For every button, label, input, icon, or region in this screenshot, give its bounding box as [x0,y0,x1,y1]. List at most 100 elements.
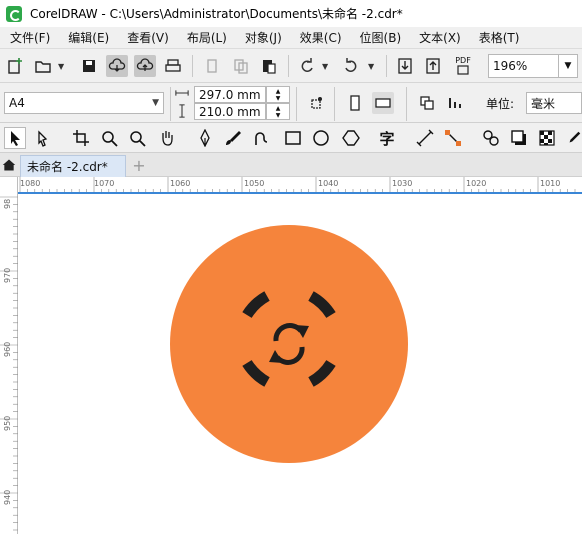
page-width-icon [174,85,190,101]
pdf-label: PDF [455,56,471,65]
all-pages-icon[interactable] [416,92,438,114]
toolbar-separator [296,87,297,121]
redo-icon[interactable] [340,55,362,77]
undo-dropdown-chevron-icon[interactable]: ▼ [322,62,328,71]
undo-icon[interactable] [296,55,318,77]
polygon-tool-icon[interactable] [340,127,362,149]
menu-view[interactable]: 查看(V) [117,29,177,46]
shape-tool-icon[interactable] [32,127,54,149]
menu-layout[interactable]: 布局(L) [177,29,235,46]
connector-tool-icon[interactable] [442,127,464,149]
menu-object[interactable]: 对象(J) [235,29,290,46]
open-folder-icon[interactable] [32,55,54,77]
chevron-down-icon: ▼ [152,98,159,108]
home-icon[interactable] [0,155,18,175]
menu-effects[interactable]: 效果(C) [290,29,350,46]
new-document-icon[interactable] [4,55,26,77]
text-tool-icon[interactable]: 字 [376,127,398,149]
artwork [170,225,408,463]
menu-edit[interactable]: 编辑(E) [58,29,117,46]
save-icon[interactable] [78,55,100,77]
document-tab-label: 未命名 -2.cdr* [27,160,108,174]
menu-text[interactable]: 文本(X) [409,29,469,46]
page-height-input[interactable]: 210.0 mm [194,103,266,120]
redo-dropdown-chevron-icon[interactable]: ▼ [368,62,374,71]
units-select[interactable]: 毫米 [526,92,582,114]
vertical-ruler[interactable]: 98 970 960 950 940 [0,177,18,534]
orange-circle-shape[interactable] [170,225,408,463]
page-width-stepper[interactable]: ▲ ▼ [266,86,290,103]
ruler-v-label: 970 [3,267,12,283]
ruler-v-label: 950 [3,415,12,431]
property-bar: A4 ▼ 297.0 mm ▲ ▼ 210.0 mm ▲ ▼ 单位: 毫米 [0,83,582,123]
page-height-value: 210.0 mm [199,104,261,119]
drop-shadow-tool-icon[interactable] [508,127,530,149]
ruler-h-label: 1080 [20,179,41,188]
crop-tool-icon[interactable] [70,127,92,149]
ruler-v-label: 98 [3,198,12,209]
page-size-value: A4 [9,96,25,110]
import-icon[interactable] [394,55,416,77]
coreldraw-logo-icon [6,5,22,22]
blend-tool-icon[interactable] [480,127,502,149]
rectangle-tool-icon[interactable] [282,127,304,149]
page-size-select[interactable]: A4 ▼ [4,92,164,114]
zoom-level-value: 196% [493,59,528,73]
zoom-dropdown-button[interactable]: ▼ [558,54,578,78]
ruler-v-label: 940 [3,489,12,505]
eyedropper-tool-icon[interactable] [566,127,582,149]
toolbar-separator [288,55,289,77]
title-bar: CorelDRAW - C:\Users\Administrator\Docum… [0,0,582,27]
menu-bar: 文件(F) 编辑(E) 查看(V) 布局(L) 对象(J) 效果(C) 位图(B… [0,27,582,49]
document-tab-bar: 未命名 -2.cdr* + [0,153,582,177]
portrait-orientation-icon[interactable] [344,92,366,114]
print-icon[interactable] [162,55,184,77]
pan-tool-icon[interactable] [156,127,178,149]
ruler-h-label: 1020 [466,179,487,188]
zoom-level-input[interactable]: 196% [488,54,560,78]
toolbar-separator [192,55,193,77]
pick-tool-icon[interactable] [4,127,26,149]
toolbar-separator [406,87,407,121]
cut-icon[interactable] [202,55,224,77]
zoom-tool-icon[interactable] [98,127,120,149]
page-width-input[interactable]: 297.0 mm [194,86,266,103]
publish-pdf-icon[interactable]: PDF [452,55,474,77]
ruler-accent-line [18,192,582,194]
toolbar-separator [386,55,387,77]
document-tab[interactable]: 未命名 -2.cdr* [20,155,126,177]
menu-table[interactable]: 表格(T) [469,29,528,46]
export-icon[interactable] [422,55,444,77]
open-dropdown-chevron-icon[interactable]: ▼ [58,62,64,71]
copy-icon[interactable] [230,55,252,77]
page-height-icon [174,103,190,119]
toolbar-separator [334,87,335,121]
current-page-icon[interactable] [444,92,466,114]
transform-object-icon[interactable] [306,92,328,114]
new-tab-plus-icon[interactable]: + [128,154,150,176]
ruler-h-label: 1060 [170,179,191,188]
parallel-dimension-tool-icon[interactable] [414,127,436,149]
page-height-stepper[interactable]: ▲ ▼ [266,103,290,120]
pen-tool-icon[interactable] [194,127,216,149]
cloud-upload-icon[interactable] [134,55,156,77]
standard-toolbar: ▼ ▼ ▼ PDF 196% ▼ [0,49,582,83]
page-width-value: 297.0 mm [199,87,261,102]
ruler-h-label: 1070 [94,179,115,188]
toolbar-separator [170,87,171,121]
ellipse-tool-icon[interactable] [310,127,332,149]
menu-bitmaps[interactable]: 位图(B) [350,29,410,46]
transparency-tool-icon[interactable] [536,127,558,149]
artistic-media-tool-icon[interactable] [222,127,244,149]
menu-file[interactable]: 文件(F) [0,29,58,46]
units-value: 毫米 [531,96,556,111]
toolbox: 字 [0,123,582,153]
zoom-out-tool-icon[interactable] [126,127,148,149]
ruler-h-label: 1010 [540,179,561,188]
cloud-download-icon[interactable] [106,55,128,77]
bspline-tool-icon[interactable] [250,127,272,149]
paste-icon[interactable] [258,55,280,77]
drawing-canvas[interactable] [19,195,582,534]
units-label: 单位: [486,97,515,111]
landscape-orientation-icon[interactable] [372,92,394,114]
